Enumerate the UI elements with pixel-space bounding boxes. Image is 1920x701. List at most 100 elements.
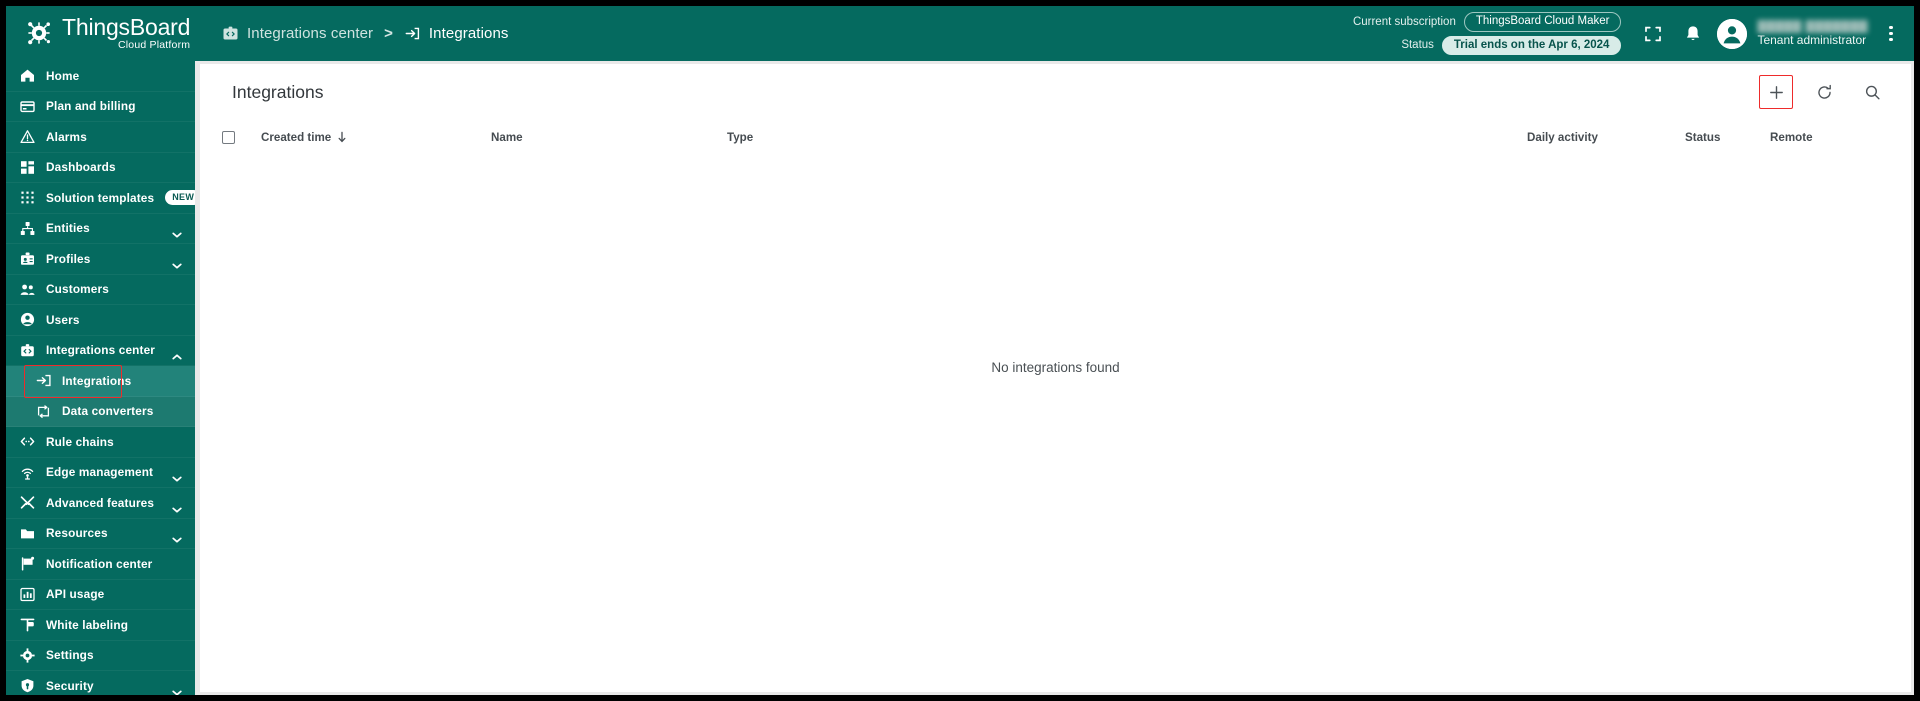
card-header: Integrations — [200, 64, 1911, 120]
sidebar-item-label: Data converters — [62, 404, 154, 419]
user-name: █████ ███████ — [1757, 19, 1868, 33]
sidebar-item-label: Users — [46, 312, 80, 327]
sidebar-item-label: Dashboards — [46, 160, 116, 175]
page-body: Home Plan and billing Alarms Dashboards Solu… — [6, 61, 1914, 695]
column-header-remote[interactable]: Remote — [1770, 131, 1813, 144]
bell-icon[interactable] — [1683, 24, 1703, 44]
chevron-up-icon[interactable] — [172, 347, 182, 360]
sidebar-item-plan-and-billing[interactable]: Plan and billing — [6, 92, 195, 122]
sidebar-item-settings[interactable]: Settings — [6, 641, 195, 671]
alarm-triangle-icon — [20, 129, 35, 144]
sidebar-item-label: Entities — [46, 221, 90, 236]
breadcrumb-item-integrations-center[interactable]: Integrations center — [222, 25, 373, 42]
sidebar-item-label: Advanced features — [46, 495, 155, 510]
column-header-name[interactable]: Name — [491, 131, 727, 144]
breadcrumb-label: Integrations — [428, 25, 509, 42]
sidebar-item-edge-management[interactable]: Edge management — [6, 458, 195, 488]
sidebar-item-entities[interactable]: Entities — [6, 214, 195, 244]
dashboards-grid-icon — [20, 160, 35, 175]
settings-gear-icon — [20, 648, 35, 663]
sidebar-item-label: Home — [46, 68, 80, 83]
user-menu[interactable]: █████ ███████ Tenant administrator — [1717, 18, 1868, 49]
sidebar-item-label: Integrations center — [46, 343, 156, 358]
sidebar-item-dashboards[interactable]: Dashboards — [6, 153, 195, 183]
sidebar-item-alarms[interactable]: Alarms — [6, 122, 195, 153]
thingsboard-gear-logo-icon — [22, 17, 56, 51]
sidebar-item-label: Notification center — [46, 556, 153, 571]
table-body: No integrations found — [200, 154, 1911, 640]
sidebar-item-api-usage[interactable]: API usage — [6, 580, 195, 610]
user-circle-icon — [20, 312, 35, 327]
edge-management-icon — [20, 465, 35, 480]
sidebar-item-profiles[interactable]: Profiles — [6, 244, 195, 275]
header-icon-group — [1643, 24, 1703, 44]
sidebar-item-label: Edge management — [46, 465, 154, 480]
chevron-down-icon[interactable] — [172, 683, 182, 695]
column-header-status[interactable]: Status — [1685, 131, 1770, 144]
solution-templates-icon — [20, 190, 35, 205]
column-label: Status — [1685, 130, 1721, 144]
api-usage-chart-icon — [20, 587, 35, 602]
home-icon — [20, 68, 35, 83]
sidebar-item-resources[interactable]: Resources — [6, 519, 195, 549]
sort-desc-arrow-icon — [338, 131, 346, 143]
chevron-down-icon[interactable] — [172, 469, 182, 482]
search-button[interactable] — [1855, 75, 1889, 109]
advanced-features-tools-icon — [20, 495, 35, 510]
breadcrumb-item-integrations[interactable]: Integrations — [404, 25, 509, 42]
sidebar-item-label: API usage — [46, 587, 105, 602]
status-badge[interactable]: Trial ends on the Apr 6, 2024 — [1441, 35, 1622, 56]
entities-hierarchy-icon — [20, 221, 35, 236]
sidebar-navigation: Home Plan and billing Alarms Dashboards Solu… — [6, 61, 195, 695]
customers-people-icon — [20, 282, 35, 297]
sidebar-item-label: Security — [46, 678, 94, 693]
header-right-cluster: Current subscription ThingsBoard Cloud M… — [1353, 6, 1914, 61]
sidebar-item-label: Rule chains — [46, 434, 114, 449]
sidebar-new-badge: NEW — [165, 190, 195, 206]
brand-name: ThingsBoard — [62, 14, 191, 41]
sidebar-item-label: Plan and billing — [46, 99, 136, 114]
sidebar-item-customers[interactable]: Customers — [6, 275, 195, 305]
sidebar-item-rule-chains[interactable]: Rule chains — [6, 427, 195, 458]
card-actions-toolbar — [1759, 75, 1889, 109]
sidebar-item-white-labeling[interactable]: White labeling — [6, 610, 195, 641]
fullscreen-icon[interactable] — [1643, 24, 1663, 44]
white-labeling-icon — [20, 617, 35, 632]
sidebar-item-solution-templates[interactable]: Solution templates NEW — [6, 183, 195, 214]
column-header-daily-activity[interactable]: Daily activity — [1527, 131, 1685, 144]
integrations-center-icon — [222, 25, 239, 42]
chevron-down-icon[interactable] — [172, 530, 182, 543]
subscription-label: Current subscription — [1352, 15, 1456, 28]
app-root: ThingsBoard Cloud Platform Integrations … — [6, 6, 1914, 695]
column-header-created-time[interactable]: Created time — [261, 131, 491, 144]
sidebar-item-label: Alarms — [46, 129, 87, 144]
sidebar-item-advanced-features[interactable]: Advanced features — [6, 488, 195, 519]
chevron-down-icon[interactable] — [172, 225, 182, 238]
profiles-briefcase-icon — [20, 251, 35, 266]
sidebar-item-home[interactable]: Home — [6, 61, 195, 92]
empty-state-message: No integrations found — [991, 359, 1120, 375]
brand-tagline: Cloud Platform — [117, 39, 191, 52]
credit-card-icon — [20, 99, 35, 114]
chevron-down-icon[interactable] — [172, 256, 182, 269]
brand-logo[interactable]: ThingsBoard Cloud Platform — [6, 6, 196, 61]
column-header-type[interactable]: Type — [727, 131, 1527, 144]
sidebar-item-data-converters[interactable]: Data converters — [6, 396, 195, 427]
sidebar-item-notification-center[interactable]: Notification center — [6, 549, 195, 580]
chevron-down-icon[interactable] — [172, 500, 182, 513]
select-all-checkbox[interactable] — [222, 130, 235, 144]
more-vertical-icon[interactable] — [1882, 23, 1900, 45]
sidebar-item-label: Settings — [46, 648, 94, 663]
refresh-button[interactable] — [1807, 75, 1841, 109]
column-label: Remote — [1770, 130, 1813, 144]
sidebar-item-integrations[interactable]: Integrations — [6, 366, 195, 397]
sidebar-item-security[interactable]: Security — [6, 671, 195, 695]
subscription-plan-badge[interactable]: ThingsBoard Cloud Maker — [1463, 11, 1622, 32]
breadcrumb: Integrations center > Integrations — [222, 6, 509, 61]
sidebar-item-users[interactable]: Users — [6, 305, 195, 336]
sidebar-item-label: White labeling — [46, 617, 129, 632]
column-label: Daily activity — [1527, 130, 1598, 144]
sidebar-item-integrations-center[interactable]: Integrations center — [6, 336, 195, 366]
integrations-card: Integrations Created time Name Type Dail… — [200, 64, 1911, 692]
add-integration-button[interactable] — [1759, 75, 1793, 109]
